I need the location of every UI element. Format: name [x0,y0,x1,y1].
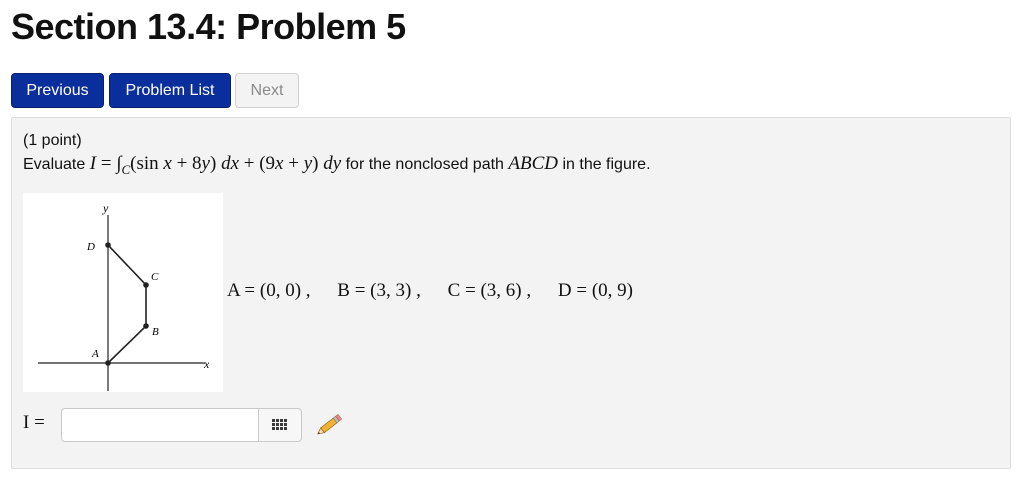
vertex-b-label: B [152,326,159,338]
figure-reference-text: in the figure. [562,156,651,173]
answer-label: I = [23,412,45,433]
x-axis-label: x [203,357,210,371]
next-button: Next [235,73,299,108]
vertex-d-dot [105,242,111,248]
path-name: ABCD [508,153,559,174]
vertex-a-label: A [91,348,99,360]
previous-button[interactable]: Previous [11,73,104,108]
y-axis-label: y [102,201,109,215]
answer-input[interactable] [61,408,259,442]
problem-panel: (1 point) Evaluate I = ∫C(sin x + 8y) dx… [11,117,1011,469]
path-abcd [107,244,147,364]
problem-list-button[interactable]: Problem List [109,73,231,108]
page-title: Section 13.4: Problem 5 [11,6,406,47]
keypad-button[interactable] [258,408,302,442]
vertex-coordinates: A = (0, 0) , B = (3, 3) , C = (3, 6) , D… [227,280,655,302]
vertex-b-coordinate: B = (3, 3) , [337,280,421,301]
vertex-a-coordinate: A = (0, 0) , [227,280,311,301]
pencil-icon[interactable] [312,412,344,440]
path-text: for the nonclosed path [345,156,504,173]
problem-statement: Evaluate I = ∫C(sin x + 8y) dx + (9x + y… [23,153,651,178]
keypad-icon [272,419,287,430]
vertex-c-dot [143,282,149,288]
integral-expression: I = ∫C(sin x + 8y) dx + (9x + y) dy [89,153,342,177]
vertex-d-coordinate: D = (0, 9) [557,280,633,301]
vertex-b-dot [143,323,149,329]
vertex-c-label: C [151,271,159,283]
points-label: (1 point) [23,132,82,149]
vertex-a-dot [105,360,111,366]
vertex-d-label: D [86,241,95,253]
path-figure: y x A B C D [23,193,223,392]
vertex-c-coordinate: C = (3, 6) , [447,280,532,301]
evaluate-text: Evaluate [23,156,86,173]
path-diagram: y x A B C D [38,201,210,391]
